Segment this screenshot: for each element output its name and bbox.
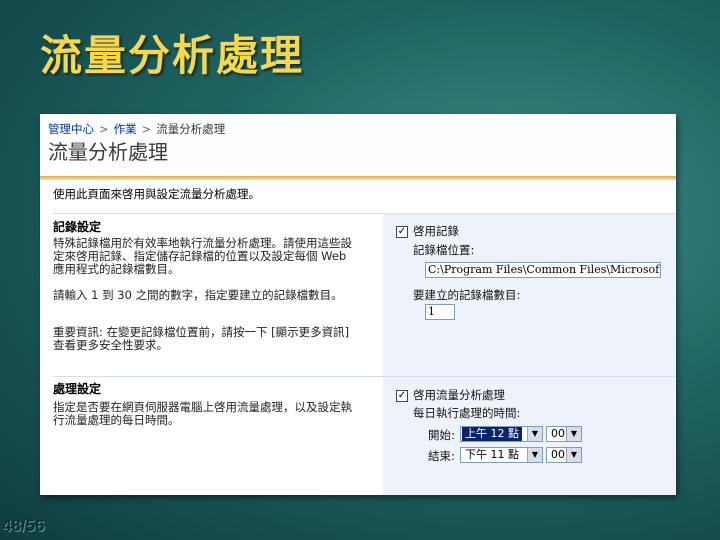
screenshot-window: 管理中心 > 作業 > 流量分析處理 流量分析處理 使用此頁面來啓用與設定流量分析處理。… [40,114,676,495]
enable-processing-label: 啓用流量分析處理 [413,388,505,402]
breadcrumb: 管理中心 > 作業 > 流量分析處理 [48,121,225,137]
chevron-down-icon: ▼ [527,448,542,462]
logging-section-title: 記錄設定 [53,220,102,234]
schedule-label: 每日執行處理的時間: [413,406,521,420]
enable-logging-checkbox[interactable]: ✓ [396,226,408,238]
log-location-label: 記錄檔位置: [413,243,475,257]
enable-logging-label: 啓用記錄 [413,224,459,238]
section-divider [53,213,676,214]
page-title: 流量分析處理 [48,140,168,164]
enable-processing-checkbox[interactable]: ✓ [396,390,408,402]
end-time-label: 結束: [428,449,455,463]
page-description: 使用此頁面來啓用與設定流量分析處理。 [53,187,260,201]
end-hour-value: 下午 11 點 [465,448,519,461]
breadcrumb-current: 流量分析處理 [156,122,226,136]
processing-description: 指定是否要在網頁伺服器電腦上啓用流量處理，以及設定執行流量處理的每日時間。 [53,400,352,427]
chevron-down-icon: ▼ [566,427,581,441]
breadcrumb-separator: > [99,122,109,136]
start-hour-select[interactable]: 上午 12 點 ▼ [460,426,543,442]
end-minute-value: 00 [551,448,565,461]
slide-title: 流量分析處理 [40,31,305,80]
important-info-text: 重要資訊: 在變更記錄檔位置前，請按一下 [顯示更多資訊] 查看更多安全性要求。 [53,325,350,352]
breadcrumb-separator: > [141,122,152,136]
end-minute-select[interactable]: 00 ▼ [546,447,582,463]
processing-section-title: 處理設定 [53,382,102,396]
breadcrumb-link-operations[interactable]: 作業 [114,122,137,136]
page-header: 管理中心 > 作業 > 流量分析處理 流量分析處理 [40,114,676,180]
breadcrumb-link-admin-center[interactable]: 管理中心 [48,122,94,136]
log-count-input[interactable]: 1 [425,304,455,320]
header-divider [40,176,676,180]
section-divider [53,376,676,377]
log-count-description: 請輸入 1 到 30 之間的數字，指定要建立的記錄檔數目。 [53,288,343,302]
start-time-label: 開始: [428,428,455,442]
start-hour-value: 上午 12 點 [462,427,522,441]
log-location-input[interactable]: C:\Program Files\Common Files\Microsoft … [425,262,661,278]
start-minute-value: 00 [551,427,565,440]
chevron-down-icon: ▼ [527,427,542,441]
start-minute-select[interactable]: 00 ▼ [546,426,582,442]
chevron-down-icon: ▼ [566,448,581,462]
end-hour-select[interactable]: 下午 11 點 ▼ [460,447,543,463]
logging-description: 特殊記錄檔用於有效率地執行流量分析處理。請使用這些設定來啓用記錄、指定儲存記錄檔… [53,236,352,276]
log-count-label: 要建立的記錄檔數目: [413,288,521,302]
slide-number: 48/56 [2,516,45,535]
